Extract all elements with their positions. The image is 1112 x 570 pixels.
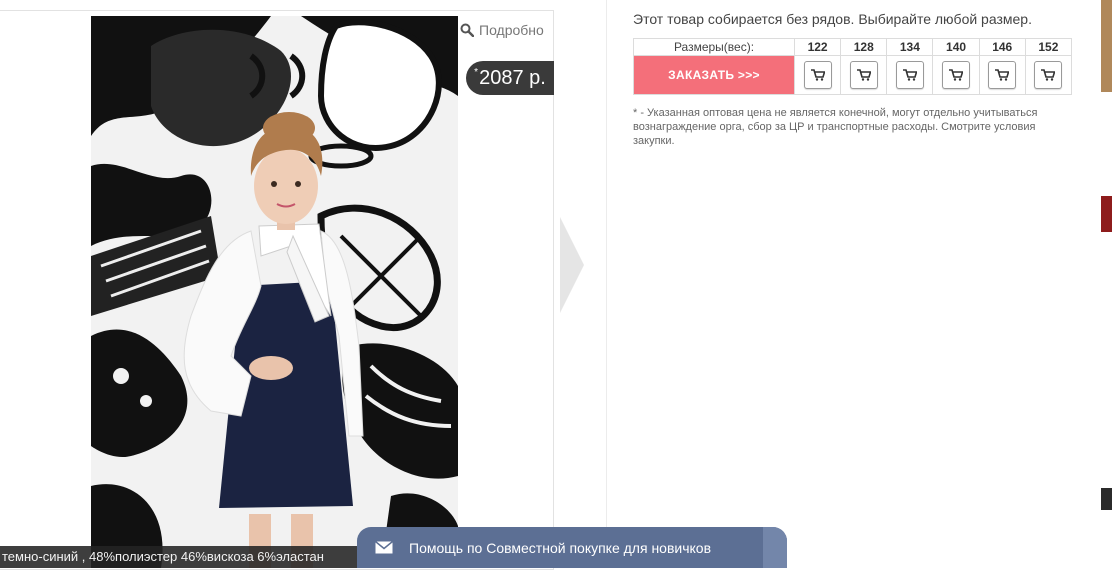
cart-icon — [856, 69, 871, 81]
size-128: 128 — [840, 38, 888, 56]
next-arrow[interactable] — [558, 215, 586, 320]
help-bar-corner — [763, 527, 787, 568]
details-link[interactable]: Подробно — [456, 16, 554, 44]
help-bar[interactable]: Помощь по Совместной покупке для новичко… — [357, 527, 787, 568]
cart-icon — [949, 69, 964, 81]
size-146: 146 — [978, 38, 1026, 56]
order-button[interactable]: ЗАКАЗАТЬ >>> — [633, 55, 795, 95]
price-footnote: * - Указанная оптовая цена не является к… — [633, 107, 1038, 147]
search-icon — [460, 23, 474, 37]
size-action-row: ЗАКАЗАТЬ >>> — [633, 55, 1073, 95]
product-description: темно-синий , 48%полиэстер 46%вискоза 6%… — [0, 546, 372, 568]
size-122: 122 — [793, 38, 842, 56]
product-photo[interactable] — [91, 16, 458, 568]
mail-icon — [375, 541, 393, 554]
help-bar-label: Помощь по Совместной покупке для новичко… — [409, 539, 712, 556]
size-140: 140 — [932, 38, 980, 56]
cart-cell-140 — [932, 55, 980, 95]
cart-cell-128 — [840, 55, 888, 95]
cart-icon — [995, 69, 1010, 81]
price-asterisk: * — [474, 66, 479, 78]
price-badge: * 2087 р. — [466, 61, 554, 95]
product-photo-image — [91, 16, 458, 568]
add-to-cart-button[interactable] — [803, 61, 832, 89]
size-152: 152 — [1024, 38, 1073, 56]
add-to-cart-button[interactable] — [942, 61, 971, 89]
add-to-cart-button[interactable] — [895, 61, 924, 89]
banner-block — [1101, 0, 1112, 92]
cart-icon — [810, 69, 825, 81]
details-label: Подробно — [479, 22, 544, 38]
cart-cell-134 — [886, 55, 934, 95]
column-divider — [606, 0, 607, 568]
cart-cell-122 — [793, 55, 842, 95]
size-header-label: Размеры(вес): — [633, 38, 795, 56]
add-to-cart-button[interactable] — [988, 61, 1017, 89]
add-to-cart-button[interactable] — [849, 61, 878, 89]
chevron-right-icon — [560, 217, 584, 313]
size-134: 134 — [886, 38, 934, 56]
size-table: Размеры(вес): 122 128 134 140 146 152 ЗА… — [633, 38, 1073, 95]
banner-block — [1101, 488, 1112, 510]
cart-icon — [902, 69, 917, 81]
price-value: 2087 р. — [479, 66, 546, 89]
cart-icon — [1041, 69, 1056, 81]
size-header-row: Размеры(вес): 122 128 134 140 146 152 — [633, 38, 1073, 56]
cart-cell-146 — [978, 55, 1026, 95]
cart-cell-152 — [1024, 55, 1073, 95]
order-notice: Этот товар собирается без рядов. Выбирай… — [633, 11, 1032, 27]
banner-block — [1101, 196, 1112, 232]
add-to-cart-button[interactable] — [1034, 61, 1063, 89]
side-banner[interactable] — [1101, 0, 1112, 568]
